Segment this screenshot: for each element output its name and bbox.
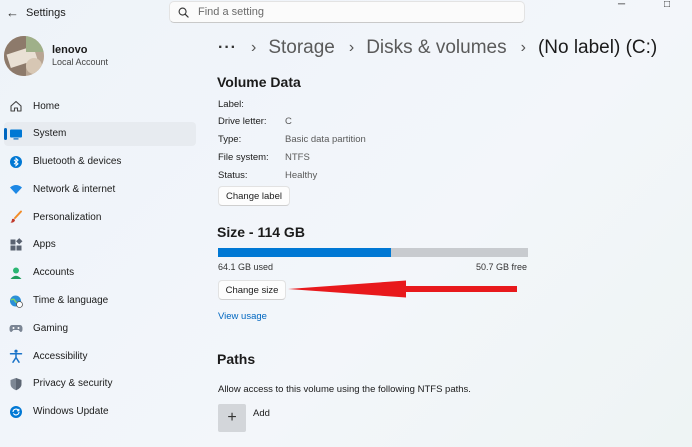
wifi-icon [9, 182, 23, 196]
sidebar-item-accessibility[interactable]: Accessibility [4, 344, 196, 368]
app-title: Settings [26, 7, 66, 19]
prop-value-type: Basic data partition [285, 134, 366, 145]
view-usage-link[interactable]: View usage [218, 311, 267, 322]
plus-icon: + [227, 409, 237, 426]
sidebar-item-privacy-security[interactable]: Privacy & security [4, 372, 196, 396]
change-size-button[interactable]: Change size [218, 280, 286, 300]
prop-value-file-system: NTFS [285, 152, 310, 163]
prop-label-status: Status: [218, 170, 248, 181]
window-controls: ─ □ [600, 0, 692, 14]
sidebar-item-apps[interactable]: Apps [4, 233, 196, 257]
add-path-button[interactable]: + [218, 404, 246, 432]
sidebar-item-network[interactable]: Network & internet [4, 177, 196, 201]
sidebar-item-system[interactable]: System [4, 121, 196, 146]
minimize-icon: ─ [618, 0, 626, 10]
user-name: lenovo [52, 44, 88, 56]
prop-value-drive-letter: C [285, 116, 292, 127]
home-icon [9, 99, 23, 113]
sidebar-item-personalization[interactable]: Personalization [4, 205, 196, 229]
accessibility-icon [9, 349, 23, 364]
prop-label-type: Type: [218, 134, 242, 145]
usage-bar-fill [218, 248, 391, 257]
search-icon [178, 7, 189, 18]
paths-title: Paths [217, 351, 256, 367]
prop-label-label: Label: [218, 99, 244, 110]
sidebar-item-accounts[interactable]: Accounts [4, 261, 196, 285]
sidebar-item-windows-update[interactable]: Windows Update [4, 400, 196, 424]
back-arrow-icon[interactable]: ← [6, 5, 19, 20]
sidebar-item-home[interactable]: Home [4, 94, 196, 118]
page-title: (No label) (C:) [537, 37, 658, 58]
breadcrumb-separator: › [520, 39, 526, 56]
breadcrumb-more-button[interactable]: ··· [218, 39, 237, 57]
usage-bar [218, 248, 528, 257]
prop-label-drive-letter: Drive letter: [218, 116, 267, 127]
accounts-icon [9, 266, 23, 280]
paths-description: Allow access to this volume using the fo… [218, 384, 471, 395]
red-arrow-annotation [288, 280, 517, 298]
sidebar-item-gaming[interactable]: Gaming [4, 316, 196, 340]
title-bar: ← Settings ─ □ [0, 0, 692, 26]
breadcrumb: ··· › Storage › Disks & volumes › (No la… [218, 36, 657, 60]
maximize-button[interactable]: □ [646, 0, 692, 14]
update-icon [9, 405, 23, 419]
apps-icon [9, 238, 23, 252]
free-space-label: 50.7 GB free [476, 262, 528, 272]
prop-label-file-system: File system: [218, 152, 269, 163]
globe-clock-icon [9, 294, 23, 308]
avatar[interactable] [4, 36, 44, 76]
volume-data-title: Volume Data [217, 74, 301, 90]
sidebar-item-time-language[interactable]: Time & language [4, 289, 196, 313]
gamepad-icon [9, 321, 23, 335]
breadcrumb-separator: › [348, 39, 355, 56]
avatar-image [4, 36, 44, 76]
maximize-icon: □ [664, 0, 671, 10]
shield-icon [9, 377, 23, 391]
add-path-label[interactable]: Add [253, 408, 270, 419]
sidebar-nav: Home System Bluetooth & devices Network … [0, 94, 200, 428]
breadcrumb-storage[interactable]: Storage [268, 37, 335, 59]
search-box[interactable] [169, 1, 525, 23]
system-display-icon [9, 127, 23, 141]
brush-icon [9, 210, 23, 224]
sidebar-item-bluetooth[interactable]: Bluetooth & devices [4, 150, 196, 174]
breadcrumb-separator: › [250, 39, 257, 56]
used-space-label: 64.1 GB used [218, 262, 274, 272]
breadcrumb-disks-volumes[interactable]: Disks & volumes [366, 37, 506, 59]
bluetooth-icon [9, 155, 23, 169]
size-title: Size - 114 GB [217, 224, 305, 240]
account-type: Local Account [52, 57, 109, 67]
search-input[interactable] [198, 6, 498, 18]
prop-value-status: Healthy [285, 170, 318, 181]
minimize-button[interactable]: ─ [600, 0, 646, 14]
change-label-button[interactable]: Change label [218, 186, 290, 206]
